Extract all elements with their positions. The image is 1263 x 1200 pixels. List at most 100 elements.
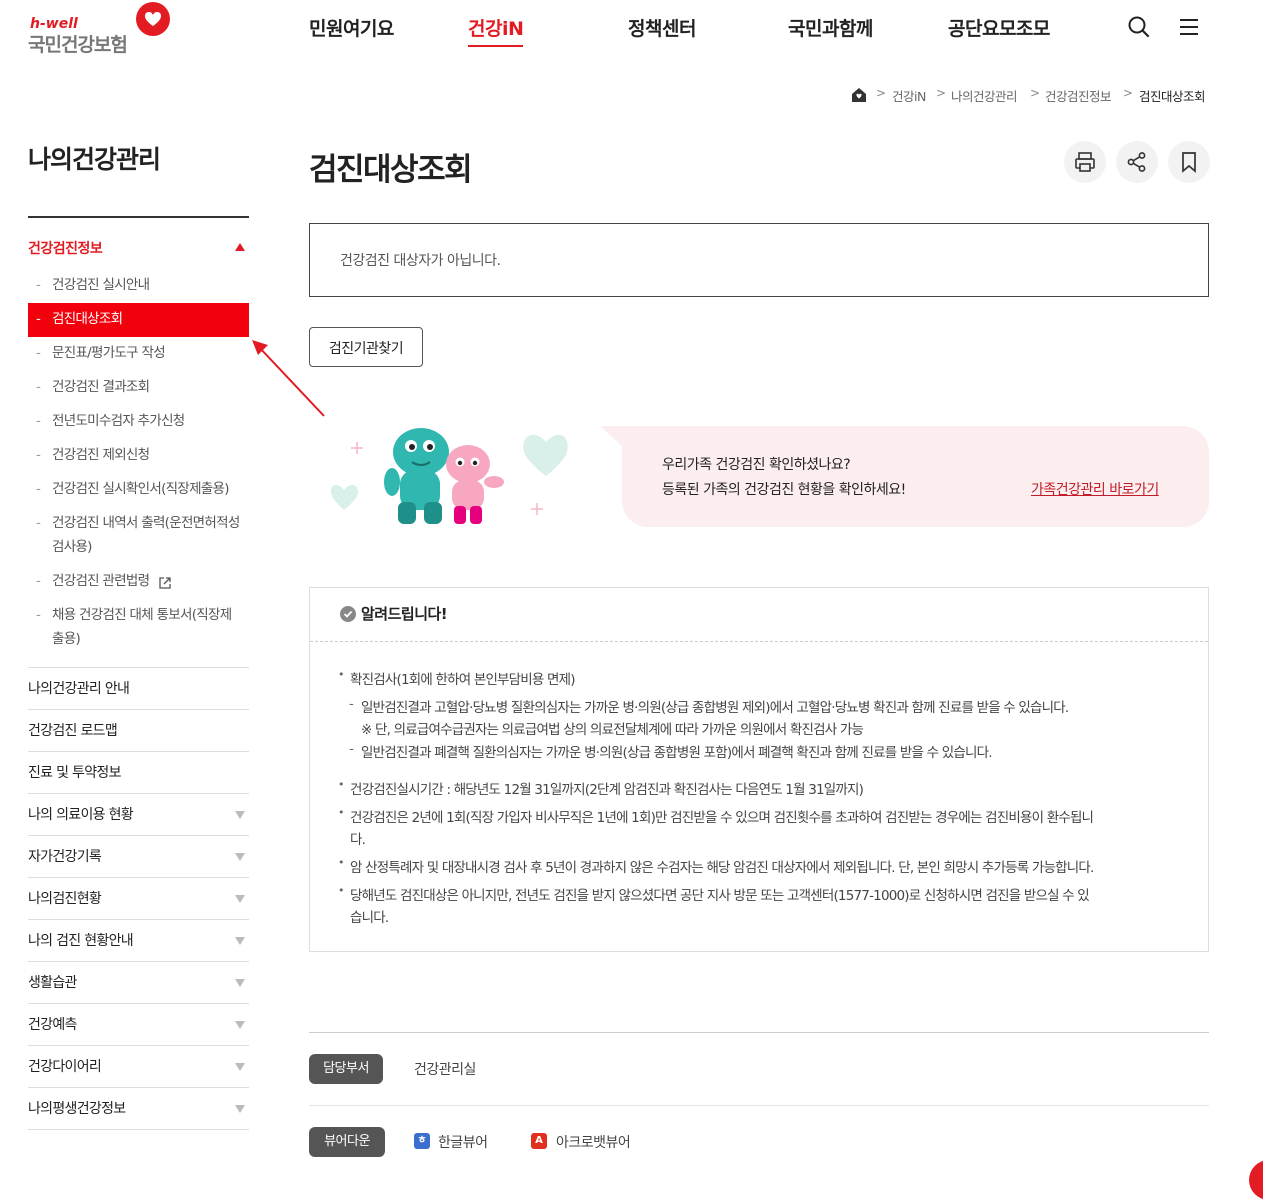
gnb-item-policy[interactable]: 정책센터 [628,14,696,41]
info-title: 알려드립니다! [361,605,448,623]
banner-text-line1: 우리가족 건강검진 확인하셨나요? [662,457,851,473]
breadcrumb-item[interactable]: 건강검진정보 [1045,86,1112,105]
sidebar-subitem-cont[interactable]: 출용) [52,628,81,651]
acrobat-viewer-link[interactable]: 아크로뱃뷰어 [556,1132,631,1152]
info-line: 당해년도 검진대상은 아니지만, 전년도 검진을 받지 않으셨다면 공단 지사 … [338,884,1090,904]
breadcrumb-sep-icon: > [936,86,947,100]
result-notice-box: 건강검진 대상자가 아닙니다. [309,223,1209,297]
breadcrumb-item[interactable]: 건강iN [892,86,926,105]
info-line: 암 산정특례자 및 대장내시경 검사 후 5년이 경과하지 않은 수검자는 해당… [338,856,1094,876]
dept-value: 건강관리실 [414,1062,476,1078]
bookmark-button[interactable] [1168,141,1210,183]
floating-top-button[interactable] [1249,1160,1263,1200]
mascot-characters-image [330,428,568,524]
share-button[interactable] [1116,141,1158,183]
chevron-down-icon [235,1021,245,1029]
sidebar-menu-lifetime[interactable]: 나의평생건강정보 [28,1088,249,1130]
check-circle-icon [340,606,356,622]
gnb-item-minwon[interactable]: 민원여기요 [309,14,394,41]
info-line: 다. [350,832,366,848]
sidebar-menu-diary[interactable]: 건강다이어리 [28,1046,249,1088]
collapse-triangle-icon[interactable] [235,243,245,251]
menu-icon[interactable] [1177,14,1203,40]
info-line: 건강검진은 2년에 1회(직장 가입자 비사무직은 1년에 1회)만 검진받을 … [338,806,1094,826]
sidebar-menu-label: 건강검진 로드맵 [28,723,118,739]
sidebar-menu-treatment[interactable]: 진료 및 투약정보 [28,752,249,794]
breadcrumb-item[interactable]: 나의건강관리 [951,86,1018,105]
family-health-link[interactable]: 가족건강관리 바로가기 [1031,479,1159,499]
sidebar-subitem[interactable]: 건강검진 내역서 출력(운전면허적성 [28,512,249,535]
sidebar-subitem[interactable]: 건강검진 실시확인서(직장제출용) [28,478,249,501]
result-notice-text: 건강검진 대상자가 아닙니다. [340,253,501,269]
banner-tail [600,426,624,448]
sidebar-menu-checkup-status[interactable]: 나의검진현황 [28,878,249,920]
chevron-down-icon [235,811,245,819]
info-line: ※ 단, 의료급여수급권자는 의료급여법 상의 의료전달체계에 따라 가까운 의… [361,722,864,738]
hangul-viewer-link[interactable]: 한글뷰어 [438,1132,488,1152]
sidebar-menu-medical-usage[interactable]: 나의 의료이용 현황 [28,794,249,836]
info-line: 확진검사(1회에 한하여 본인부담비용 면제) [338,668,576,688]
chevron-down-icon [235,853,245,861]
family-checkup-banner [600,426,1209,527]
sidebar-title: 나의건강관리 [28,145,161,174]
gnb-item-about[interactable]: 공단요모조모 [948,14,1050,41]
sidebar-menu-label: 진료 및 투약정보 [28,765,121,781]
chevron-down-icon [235,979,245,987]
info-divider [310,641,1208,642]
dept-label: 담당부서 [309,1054,383,1084]
search-icon[interactable] [1126,14,1152,40]
page-title: 검진대상조회 [309,152,473,188]
share-icon [1127,152,1146,172]
info-line: 습니다. [350,910,389,926]
sidebar-subitem[interactable]: 건강검진 제외신청 [28,444,249,467]
find-institution-button[interactable]: 검진기관찾기 [309,327,423,367]
print-button[interactable] [1064,141,1106,183]
chevron-down-icon [235,1105,245,1113]
sidebar-menu-roadmap[interactable]: 건강검진 로드맵 [28,710,249,752]
breadcrumb-sep-icon: > [1030,86,1041,100]
logo-main[interactable]: 국민건강보험 [28,30,128,57]
sidebar-menu-label: 생활습관 [28,975,77,991]
sidebar-menu-label: 자가건강기록 [28,849,102,865]
chevron-down-icon [235,895,245,903]
gnb-item-together[interactable]: 국민과함께 [788,14,873,41]
external-link-icon[interactable] [158,575,172,589]
breadcrumb-sep-icon: > [1123,86,1134,100]
sidebar-subitem-cont[interactable]: 검사용) [52,536,92,559]
bookmark-icon [1182,152,1196,173]
sidebar-menu-label: 나의검진현황 [28,891,102,907]
sidebar-subitem[interactable]: 채용 건강검진 대체 통보서(직장제 [28,604,249,627]
sidebar-subitem-selected[interactable]: 검진대상조회 [28,303,249,337]
gnb-item-health-in[interactable]: 건강iN [468,14,524,47]
chevron-down-icon [235,937,245,945]
hangul-viewer-icon[interactable]: ㅎ [414,1133,430,1149]
acrobat-viewer-icon[interactable]: A [531,1133,547,1149]
heart-logo-icon [136,2,170,36]
sidebar-subitem[interactable]: 건강검진 관련법령 [28,570,150,593]
sidebar-menu-label: 나의평생건강정보 [28,1101,126,1117]
viewer-label: 뷰어다운 [309,1127,385,1157]
info-line: 일반검진결과 고혈압·당뇨병 질환의심자는 가까운 병·의원(상급 종합병원 제… [349,696,1069,716]
sidebar-subitem[interactable]: 건강검진 실시안내 [28,274,249,297]
sidebar-subitem[interactable]: 문진표/평가도구 작성 [28,342,249,365]
chevron-down-icon [235,1063,245,1071]
home-icon[interactable] [850,86,868,104]
banner-text-line2: 등록된 가족의 건강검진 현황을 확인하세요! [662,482,906,498]
footer-divider [309,1105,1209,1106]
sidebar-section-checkup-info[interactable]: 건강검진정보 [28,238,103,258]
sidebar-divider [28,216,249,218]
breadcrumb-sep-icon: > [876,86,887,100]
sidebar-menu-prediction[interactable]: 건강예측 [28,1004,249,1046]
footer-divider [309,1032,1209,1033]
sidebar-menu-lifestyle[interactable]: 생활습관 [28,962,249,1004]
sidebar-subitem[interactable]: 전년도미수검자 추가신청 [28,410,249,433]
sidebar-menu-self-record[interactable]: 자가건강기록 [28,836,249,878]
sidebar-menu-label: 나의건강관리 안내 [28,681,130,697]
sidebar-menu-checkup-guide[interactable]: 나의 검진 현황안내 [28,920,249,962]
info-line: 건강검진실시기간 : 해당년도 12월 31일까지(2단계 암검진과 확진검사는… [338,778,864,798]
sidebar-menu-guide[interactable]: 나의건강관리 안내 [28,668,249,710]
print-icon [1075,152,1095,172]
sidebar-subitem[interactable]: 건강검진 결과조회 [28,376,249,399]
sidebar-menu-label: 나의 의료이용 현황 [28,807,134,823]
info-line: 일반검진결과 폐결핵 질환의심자는 가까운 병·의원(상급 종합병원 포함)에서… [349,741,992,761]
